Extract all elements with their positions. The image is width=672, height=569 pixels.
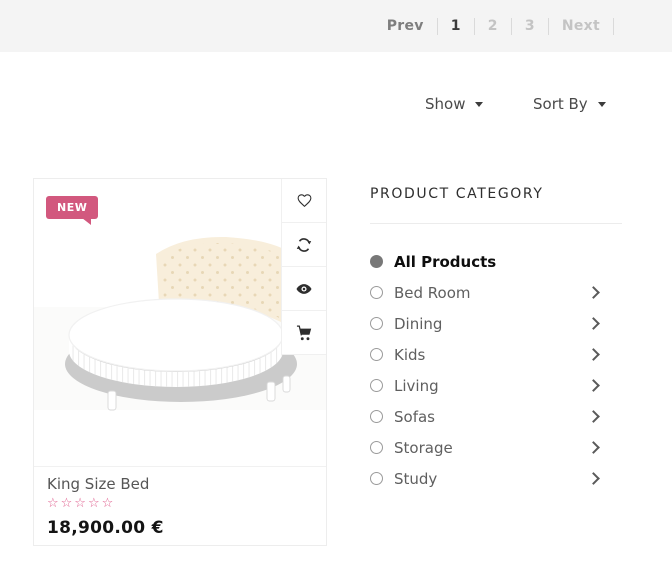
pagination-page-1[interactable]: 1 [451,18,461,34]
product-card[interactable]: NEW [33,178,327,546]
pagination-prev[interactable]: Prev [387,18,424,34]
radio-icon [370,348,383,361]
add-to-cart-button[interactable] [282,311,326,355]
category-label: Storage [394,439,453,457]
cart-icon [295,324,313,342]
chevron-down-icon [598,102,606,107]
product-rating-stars: ☆☆☆☆☆ [47,496,313,511]
radio-icon [370,286,383,299]
category-panel-title: PRODUCT CATEGORY [370,186,622,202]
chevron-right-icon [587,286,600,299]
radio-icon [370,379,383,392]
divider [613,18,614,35]
category-item-sofas[interactable]: Sofas [370,401,622,432]
category-label: All Products [394,253,496,271]
show-dropdown-label: Show [425,95,465,113]
chevron-right-icon [587,410,600,423]
category-item-storage[interactable]: Storage [370,432,622,463]
chevron-right-icon [587,472,600,485]
product-image[interactable]: NEW [34,179,326,467]
divider [370,223,622,224]
product-action-column [281,179,326,355]
category-item-study[interactable]: Study [370,463,622,494]
show-dropdown[interactable]: Show [425,95,483,113]
category-label: Sofas [394,408,435,426]
sort-by-dropdown[interactable]: Sort By [533,95,606,113]
new-badge: NEW [46,196,98,219]
divider [437,18,438,35]
chevron-right-icon [587,348,600,361]
radio-icon [370,441,383,454]
chevron-down-icon [475,102,483,107]
eye-icon [295,280,313,298]
refresh-icon [295,236,313,254]
divider [511,18,512,35]
category-label: Living [394,377,439,395]
radio-icon [370,317,383,330]
radio-selected-icon [370,255,383,268]
pagination-page-2[interactable]: 2 [488,18,498,34]
divider [474,18,475,35]
chevron-right-icon [587,441,600,454]
category-item-kids[interactable]: Kids [370,339,622,370]
pagination-next[interactable]: Next [562,18,600,34]
pagination-page-3[interactable]: 3 [525,18,535,34]
wishlist-button[interactable] [282,179,326,223]
category-label: Study [394,470,437,488]
page: Prev 1 2 3 Next Show Sort By [0,0,672,569]
category-panel: PRODUCT CATEGORY All Products Bed Room D… [370,186,622,494]
sort-by-dropdown-label: Sort By [533,95,588,113]
radio-icon [370,410,383,423]
category-item-bed-room[interactable]: Bed Room [370,277,622,308]
chevron-right-icon [587,317,600,330]
product-info: King Size Bed ☆☆☆☆☆ 18,900.00 € [34,467,326,546]
pagination-bar: Prev 1 2 3 Next [0,0,672,52]
heart-icon [296,192,313,209]
category-label: Dining [394,315,442,333]
product-title[interactable]: King Size Bed [47,475,313,493]
product-price: 18,900.00 € [47,518,313,538]
category-label: Bed Room [394,284,471,302]
chevron-right-icon [587,379,600,392]
category-item-living[interactable]: Living [370,370,622,401]
category-item-dining[interactable]: Dining [370,308,622,339]
quick-view-button[interactable] [282,267,326,311]
radio-icon [370,472,383,485]
divider [548,18,549,35]
category-label: Kids [394,346,425,364]
compare-button[interactable] [282,223,326,267]
pagination: Prev 1 2 3 Next [387,18,627,35]
category-item-all-products[interactable]: All Products [370,246,622,277]
